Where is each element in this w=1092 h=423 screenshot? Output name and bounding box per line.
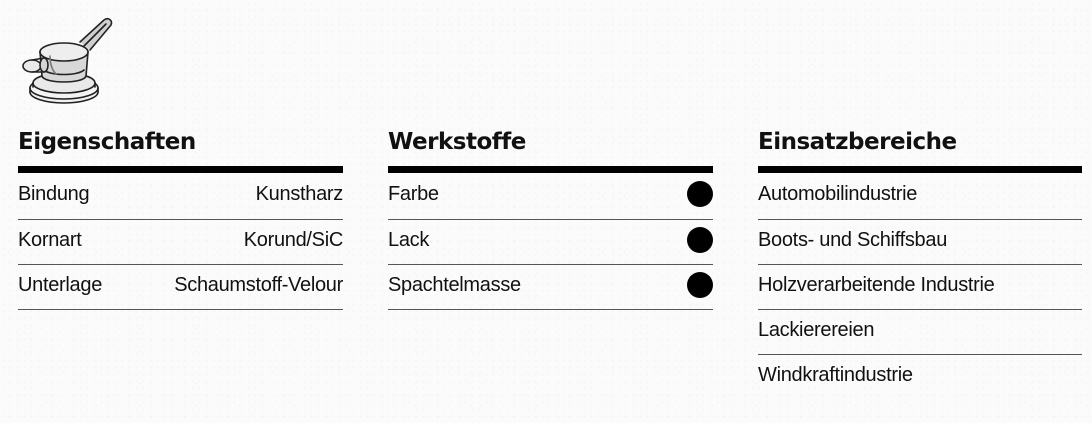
filled-circle-icon: [687, 272, 713, 298]
row-value: Kunstharz: [255, 182, 344, 205]
row-label: Boots- und Schiffsbau: [758, 228, 948, 251]
werkstoffe-row-lack: Lack: [388, 220, 713, 265]
row-value: Korund/SiC: [243, 228, 344, 251]
werkstoffe-section: Werkstoffe Farbe Lack Spachtelmasse: [388, 126, 713, 310]
row-label: Automobilindustrie: [758, 182, 918, 205]
random-orbital-sander-icon: [22, 18, 113, 104]
row-label: Spachtelmasse: [388, 273, 521, 296]
werkstoffe-row-spachtelmasse: Spachtelmasse: [388, 265, 713, 310]
einsatzbereiche-row: Windkraftindustrie: [758, 355, 1082, 400]
einsatzbereiche-row: Automobilindustrie: [758, 173, 1082, 220]
row-label: Unterlage: [18, 273, 103, 296]
row-label: Holzverarbeitende Industrie: [758, 273, 995, 296]
werkstoffe-heading: Werkstoffe: [388, 126, 713, 173]
werkstoffe-row-farbe: Farbe: [388, 173, 713, 220]
einsatzbereiche-row: Boots- und Schiffsbau: [758, 220, 1082, 265]
eigenschaften-row-kornart: Kornart Korund/SiC: [18, 220, 343, 265]
row-label: Kornart: [18, 228, 82, 251]
eigenschaften-section: Eigenschaften Bindung Kunstharz Kornart …: [18, 126, 343, 310]
eigenschaften-row-bindung: Bindung Kunstharz: [18, 173, 343, 220]
row-label: Windkraftindustrie: [758, 364, 913, 386]
row-label: Farbe: [388, 182, 439, 205]
einsatzbereiche-row: Holzverarbeitende Industrie: [758, 265, 1082, 310]
einsatzbereiche-section: Einsatzbereiche Automobilindustrie Boots…: [758, 126, 1082, 400]
filled-circle-icon: [687, 181, 713, 207]
einsatzbereiche-heading: Einsatzbereiche: [758, 126, 1082, 173]
row-value: Schaumstoff-Velour: [174, 273, 343, 296]
eigenschaften-heading: Eigenschaften: [18, 126, 343, 173]
row-label: Bindung: [18, 182, 90, 205]
filled-circle-icon: [687, 227, 713, 253]
einsatzbereiche-row: Lackierereien: [758, 310, 1082, 355]
row-label: Lack: [388, 228, 430, 251]
eigenschaften-row-unterlage: Unterlage Schaumstoff-Velour: [18, 265, 343, 310]
row-label: Lackierereien: [758, 318, 875, 341]
